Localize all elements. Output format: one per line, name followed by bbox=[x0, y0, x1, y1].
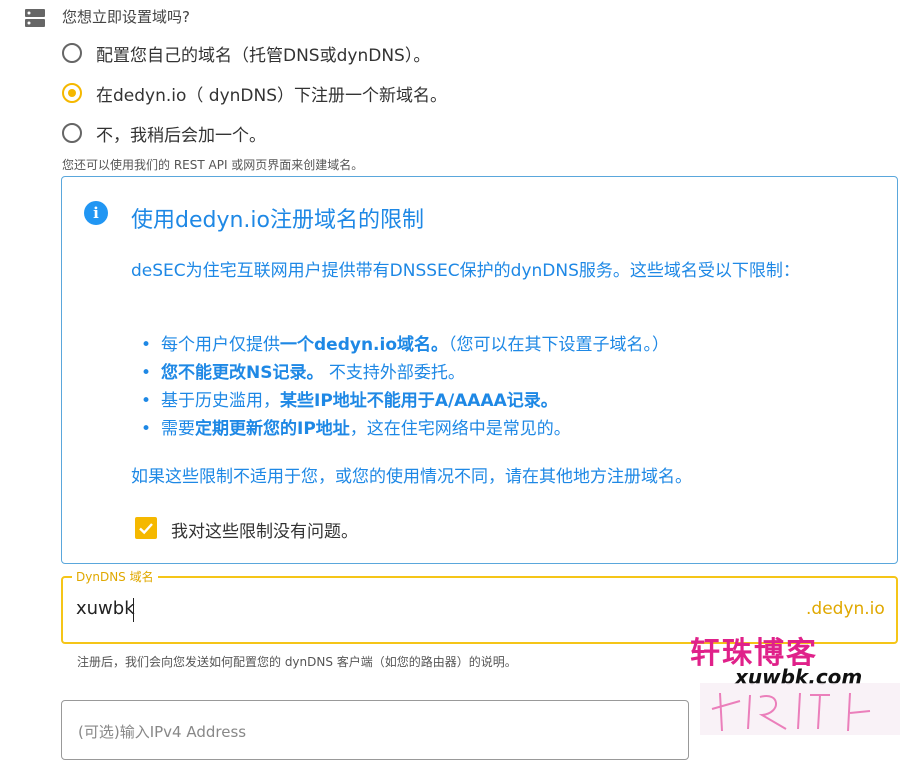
restrictions-list: 每个用户仅提供一个dedyn.io域名。（您可以在其下设置子域名。） 您不能更改… bbox=[137, 331, 669, 443]
radio-label: 在dedyn.io（ dynDNS）下注册一个新域名。 bbox=[96, 85, 448, 106]
radio-option-own-domain[interactable]: 配置您自己的域名（托管DNS或dynDNS）。 bbox=[62, 40, 430, 66]
text-cursor bbox=[133, 598, 134, 622]
field-legend: DynDNS 域名 bbox=[72, 568, 158, 585]
server-icon bbox=[24, 7, 46, 29]
domain-suffix: .dedyn.io bbox=[806, 599, 885, 619]
accept-checkbox-label[interactable]: 我对这些限制没有问题。 bbox=[171, 517, 358, 542]
accept-checkbox[interactable] bbox=[135, 517, 157, 539]
radio-option-dedyn[interactable]: 在dedyn.io（ dynDNS）下注册一个新域名。 bbox=[62, 80, 447, 106]
list-item: 基于历史滥用，某些IP地址不能用于A/AAAA记录。 bbox=[137, 387, 669, 415]
setup-question: 您想立即设置域吗? bbox=[62, 8, 190, 26]
field-hint: 注册后，我们会向您发送如何配置您的 dynDNS 客户端（如您的路由器）的说明。 bbox=[77, 655, 517, 669]
api-hint: 您还可以使用我们的 REST API 或网页界面来创建域名。 bbox=[62, 158, 364, 172]
radio-label: 不，我稍后会加一个。 bbox=[96, 125, 266, 146]
info-icon: i bbox=[84, 201, 108, 225]
info-intro: deSEC为住宅互联网用户提供带有DNSSEC保护的dynDNS服务。这些域名受… bbox=[131, 261, 800, 281]
radio-label: 配置您自己的域名（托管DNS或dynDNS）。 bbox=[96, 45, 431, 66]
info-title: 使用dedyn.io注册域名的限制 bbox=[131, 208, 424, 233]
domain-input-value[interactable]: xuwbk bbox=[76, 598, 135, 619]
radio-button[interactable] bbox=[62, 43, 82, 63]
radio-option-later[interactable]: 不，我稍后会加一个。 bbox=[62, 120, 266, 146]
checkmark-icon bbox=[139, 523, 153, 535]
list-item: 每个用户仅提供一个dedyn.io域名。（您可以在其下设置子域名。） bbox=[137, 331, 669, 359]
list-item: 需要定期更新您的IP地址，这在住宅网络中是常见的。 bbox=[137, 415, 669, 443]
radio-button[interactable] bbox=[62, 123, 82, 143]
ipv4-field-label: (可选)输入IPv4 Address bbox=[78, 723, 247, 741]
watermark-scrawl bbox=[700, 683, 900, 735]
info-closing: 如果这些限制不适用于您，或您的使用情况不同，请在其他地方注册域名。 bbox=[131, 467, 692, 487]
list-item: 您不能更改NS记录。 不支持外部委托。 bbox=[137, 359, 669, 387]
radio-button-selected[interactable] bbox=[62, 83, 82, 103]
